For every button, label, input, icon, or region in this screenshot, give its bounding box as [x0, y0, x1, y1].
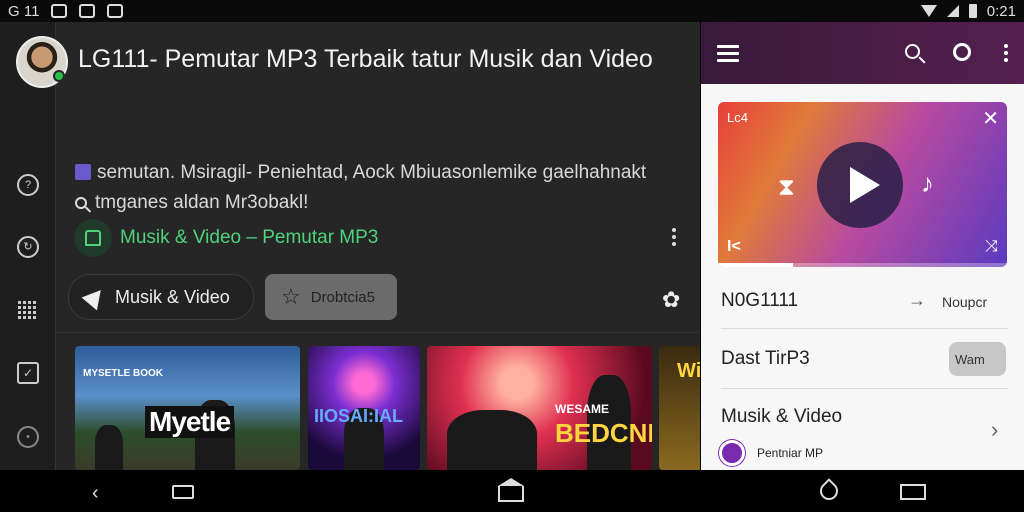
apps-grid-icon[interactable] — [17, 300, 37, 320]
notification-icon — [51, 4, 68, 18]
row-toggle[interactable]: Wam — [949, 342, 1006, 376]
video-description: semutan. Msiragil- Peniehtad, Aock Mbiua… — [75, 158, 685, 218]
explore-icon[interactable]: ? — [17, 174, 39, 196]
description-line-1: semutan. Msiragil- Peniehtad, Aock Mbiua… — [97, 162, 647, 183]
wifi-icon — [920, 5, 937, 17]
row-action[interactable]: Noupcr — [942, 294, 987, 310]
mp3-app-icon[interactable] — [719, 440, 745, 466]
menu-icon[interactable] — [717, 45, 739, 66]
search-icon — [75, 197, 87, 209]
player-progress[interactable] — [718, 263, 1007, 267]
thumbnail-1[interactable]: MYSETLE BOOK Myetle — [75, 346, 300, 470]
settings-rail-icon[interactable]: • — [17, 426, 39, 448]
row-action: Wam — [955, 351, 985, 367]
more-options-icon[interactable] — [1004, 44, 1008, 65]
status-right: 0:21 — [920, 2, 1016, 20]
mini-player[interactable]: Lc4 ✕ ⧗ ♪ I< ⤨ — [718, 102, 1007, 267]
divider — [56, 332, 700, 333]
chevron-right-icon[interactable]: › — [991, 417, 998, 443]
thumbnail-4[interactable]: Wi — [659, 346, 700, 470]
task-icon[interactable] — [172, 485, 194, 499]
history-icon[interactable]: ↻ — [17, 236, 39, 258]
play-button[interactable] — [817, 142, 903, 228]
library-icon[interactable]: ✓ — [17, 362, 39, 384]
shuffle-icon[interactable]: ⤨ — [985, 238, 998, 256]
thumbnail-strip: MYSETLE BOOK Myetle IIOSAI:IAL WESAME BE… — [75, 346, 700, 470]
skip-back-icon[interactable]: I< — [727, 238, 741, 256]
nav-rail: ? ↻ ✓ • — [0, 22, 56, 470]
panel-row-3[interactable]: Musik & Video — [721, 406, 1008, 428]
thumbnail-title: Wi — [677, 360, 700, 382]
panel-header — [701, 22, 1024, 84]
online-status-dot — [53, 70, 65, 82]
music-note-icon[interactable]: ♪ — [921, 168, 934, 199]
thumbnail-caption: WESAME — [555, 402, 609, 416]
back-icon[interactable]: ‹ — [92, 482, 99, 505]
thumbnail-3[interactable]: WESAME BEDCNN — [427, 346, 652, 470]
system-nav-bar: ‹ — [0, 470, 1024, 512]
app-icon — [107, 4, 124, 18]
row-label: N0G1111 — [721, 290, 799, 311]
divider — [721, 388, 1008, 389]
recents-icon[interactable] — [900, 484, 926, 500]
thumbnail-caption: MYSETLE BOOK — [83, 368, 164, 379]
thumbnail-title: IIOSAI:IAL — [314, 406, 403, 426]
status-text: G 11 — [8, 2, 40, 20]
video-app: ? ↻ ✓ • LG111- Pemutar MP3 Terbaik tatur… — [0, 22, 700, 470]
thumbnail-2[interactable]: IIOSAI:IAL — [308, 346, 420, 470]
chip-musik-video[interactable]: Musik & Video — [68, 274, 254, 320]
status-bar: G 11 0:21 — [0, 0, 1024, 22]
chip-label: Musik & Video — [115, 286, 230, 307]
side-panel: Lc4 ✕ ⧗ ♪ I< ⤨ N0G1111 → Noupcr Dast Tir… — [701, 22, 1024, 470]
send-icon — [81, 283, 109, 311]
star-icon: ☆ — [281, 284, 301, 309]
chip-drobtcia[interactable]: ☆ Drobtcia5 — [265, 274, 397, 320]
description-line-2: tmganes aldan Mr3obakl! — [95, 192, 309, 213]
clock: 0:21 — [986, 2, 1016, 20]
previous-icon[interactable]: ⧗ — [778, 174, 795, 202]
description-icon — [75, 164, 91, 180]
thumbnail-title: BEDCNN — [555, 418, 652, 448]
more-options-icon[interactable] — [672, 228, 676, 249]
divider — [721, 328, 1008, 329]
row-label: Musik & Video — [721, 406, 843, 427]
gear-icon[interactable]: ✿ — [662, 287, 680, 313]
battery-icon — [968, 4, 977, 18]
channel-name: Musik & Video – Pemutar MP3 — [120, 227, 379, 248]
cast-icon[interactable] — [953, 43, 971, 61]
home-icon[interactable] — [498, 478, 524, 502]
status-left: G 11 — [8, 2, 124, 20]
thumbnail-title: Myetle — [145, 406, 235, 438]
sub-label: Pentniar MP — [757, 446, 824, 460]
row-label: Dast TirP3 — [721, 348, 810, 369]
player-progress-fill — [718, 263, 794, 267]
assistant-icon[interactable] — [816, 478, 842, 504]
video-title: LG111- Pemutar MP3 Terbaik tatur Musik d… — [78, 45, 653, 73]
gallery-icon — [79, 4, 96, 18]
signal-icon — [946, 5, 959, 17]
player-label: Lc4 — [727, 110, 748, 125]
chip-label: Drobtcia5 — [310, 288, 375, 306]
channel-icon — [74, 219, 112, 257]
close-icon[interactable]: ✕ — [982, 106, 999, 131]
channel-row[interactable]: Musik & Video – Pemutar MP3 — [74, 219, 378, 257]
arrow-right-icon: → — [908, 290, 926, 310]
search-icon[interactable] — [905, 44, 920, 59]
